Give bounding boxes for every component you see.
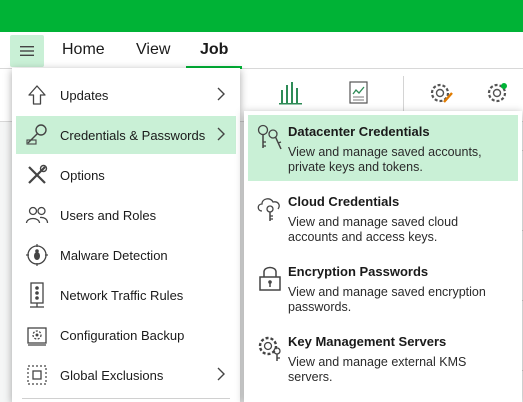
submenu-item-title: Encryption Passwords bbox=[288, 264, 429, 279]
tab-job[interactable]: Job bbox=[186, 32, 243, 69]
datacenter-keys-icon bbox=[256, 124, 284, 152]
padlock-icon bbox=[256, 264, 284, 292]
submenu-item-encryption-passwords[interactable]: Encryption Passwords View and manage sav… bbox=[248, 255, 518, 321]
title-bar bbox=[0, 0, 523, 32]
ribbon-separator bbox=[403, 76, 404, 114]
chevron-right-icon bbox=[217, 87, 225, 101]
menu-item-configuration-backup[interactable]: Configuration Backup bbox=[16, 316, 236, 354]
menu-item-label: Malware Detection bbox=[60, 247, 168, 263]
menu-item-updates[interactable]: Updates bbox=[16, 76, 236, 114]
chevron-right-icon bbox=[217, 127, 225, 141]
tab-view[interactable]: View bbox=[134, 32, 172, 68]
menu-item-label: Global Exclusions bbox=[60, 367, 164, 383]
tab-home[interactable]: Home bbox=[60, 32, 107, 68]
network-traffic-icon bbox=[23, 281, 51, 309]
main-menu-button[interactable] bbox=[10, 35, 44, 67]
main-menu: Updates Credentials & Passwords Options bbox=[12, 68, 240, 402]
menu-item-label: Configuration Backup bbox=[60, 327, 185, 343]
submenu-item-description: View and manage saved encryption passwor… bbox=[288, 285, 486, 314]
menu-divider bbox=[22, 398, 230, 399]
menu-item-label: Credentials & Passwords bbox=[60, 127, 206, 143]
submenu-item-cloud-credentials[interactable]: Cloud Credentials View and manage saved … bbox=[248, 185, 518, 251]
key-icon bbox=[23, 121, 51, 149]
menu-item-credentials-passwords[interactable]: Credentials & Passwords bbox=[16, 116, 236, 154]
menu-item-label: Network Traffic Rules bbox=[60, 287, 184, 303]
menu-item-global-exclusions[interactable]: Global Exclusions bbox=[16, 356, 236, 394]
menu-item-label: Options bbox=[60, 167, 105, 183]
submenu-item-title: Datacenter Credentials bbox=[288, 124, 430, 139]
submenu-item-key-management-servers[interactable]: Key Management Servers View and manage e… bbox=[248, 325, 518, 391]
submenu-item-description: View and manage saved cloud accounts and… bbox=[288, 215, 459, 244]
menu-item-users-and-roles[interactable]: Users and Roles bbox=[16, 196, 236, 234]
global-exclusions-icon bbox=[23, 361, 51, 389]
upload-arrow-icon bbox=[23, 81, 51, 109]
report-icon[interactable] bbox=[347, 80, 371, 106]
cloud-key-icon bbox=[256, 194, 284, 222]
configuration-backup-icon bbox=[23, 321, 51, 349]
submenu-item-title: Cloud Credentials bbox=[288, 194, 400, 209]
tools-icon bbox=[23, 161, 51, 189]
users-icon bbox=[23, 201, 51, 229]
hamburger-icon bbox=[20, 46, 34, 56]
submenu-item-description: View and manage external KMS servers. bbox=[288, 355, 467, 384]
statistics-icon[interactable] bbox=[278, 80, 304, 106]
submenu-item-datacenter-credentials[interactable]: Datacenter Credentials View and manage s… bbox=[248, 115, 518, 181]
bug-target-icon bbox=[23, 241, 51, 269]
submenu-item-title: Key Management Servers bbox=[288, 334, 447, 349]
edit-settings-icon[interactable] bbox=[428, 80, 454, 106]
chevron-right-icon bbox=[217, 367, 225, 381]
menu-item-options[interactable]: Options bbox=[16, 156, 236, 194]
credentials-submenu: Datacenter Credentials View and manage s… bbox=[244, 111, 522, 402]
menu-item-label: Updates bbox=[60, 87, 109, 103]
menu-item-network-traffic-rules[interactable]: Network Traffic Rules bbox=[16, 276, 236, 314]
kms-gear-key-icon bbox=[256, 334, 284, 362]
menu-item-malware-detection[interactable]: Malware Detection bbox=[16, 236, 236, 274]
gear-icon[interactable] bbox=[484, 80, 510, 106]
submenu-item-description: View and manage saved accounts, private … bbox=[288, 145, 482, 174]
menu-item-label: Users and Roles bbox=[60, 207, 157, 223]
